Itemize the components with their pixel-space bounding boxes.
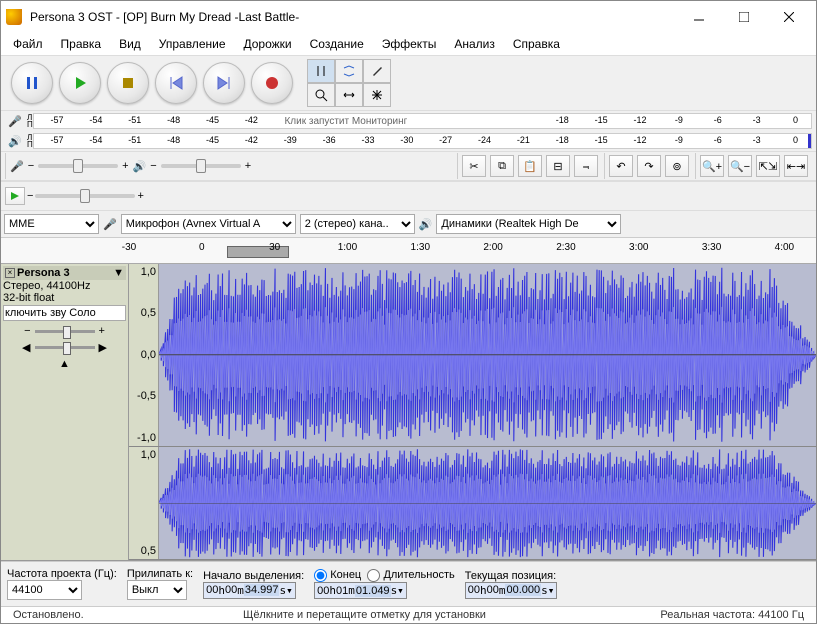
redo-button[interactable]: ↷ xyxy=(637,155,661,177)
timeshift-tool[interactable] xyxy=(335,83,363,107)
selection-tool[interactable] xyxy=(307,59,335,83)
speaker-icon: 🔊 xyxy=(5,135,25,148)
close-button[interactable] xyxy=(766,3,811,31)
menu-help[interactable]: Справка xyxy=(505,35,568,53)
menu-edit[interactable]: Правка xyxy=(53,35,110,53)
silence-button[interactable]: ⫬ xyxy=(574,155,598,177)
track-gain-slider[interactable] xyxy=(35,330,95,333)
undo-button[interactable]: ↶ xyxy=(609,155,633,177)
mute-solo-buttons[interactable]: ключить зву Соло xyxy=(3,305,126,321)
snap-to-select[interactable]: Выкл xyxy=(127,580,187,600)
stop-button[interactable] xyxy=(107,62,149,104)
length-radio[interactable]: Длительность xyxy=(367,569,454,581)
playback-speed-slider[interactable] xyxy=(35,194,135,198)
play-button[interactable] xyxy=(59,62,101,104)
mic-icon: 🎤 xyxy=(5,115,25,128)
playback-device-select[interactable]: Динамики (Realtek High Dе xyxy=(436,214,621,234)
pan-right-icon: ▶ xyxy=(99,341,107,354)
recording-meter[interactable]: -57 -54 -51 -48 -45 -42 Клик запустит Мо… xyxy=(33,113,812,129)
recording-channels-select[interactable]: 2 (стерео) кана.. xyxy=(300,214,415,234)
speaker-icon: 🔊 xyxy=(419,218,433,231)
mic-icon: 🎤 xyxy=(103,218,117,231)
app-icon xyxy=(6,9,22,25)
track-collapse-button[interactable]: ▲ xyxy=(3,358,126,370)
multi-tool[interactable] xyxy=(363,83,391,107)
zoom-tool[interactable] xyxy=(307,83,335,107)
titlebar: Persona 3 OST - [OP] Burn My Dread -Last… xyxy=(1,1,816,33)
track-area: × Persona 3 ▼ Стерео, 44100Hz 32-bit flo… xyxy=(1,264,816,561)
menu-effects[interactable]: Эффекты xyxy=(374,35,445,53)
status-state: Остановлено. xyxy=(9,609,239,621)
pause-button[interactable] xyxy=(11,62,53,104)
playback-volume-slider[interactable] xyxy=(161,164,241,168)
play-speed-row: − + xyxy=(1,181,816,211)
menu-analyze[interactable]: Анализ xyxy=(446,35,503,53)
selection-start-label: Начало выделения: xyxy=(203,570,304,582)
audio-position-time[interactable]: 00 h 00 m 00.000 s▾ xyxy=(465,582,558,599)
snap-to-label: Прилипать к: xyxy=(127,568,193,580)
window-title: Persona 3 OST - [OP] Burn My Dread -Last… xyxy=(30,10,676,24)
envelope-tool[interactable] xyxy=(335,59,363,83)
paste-button[interactable]: 📋 xyxy=(518,155,542,177)
menu-file[interactable]: Файл xyxy=(5,35,51,53)
fit-project-button[interactable]: ⇤⇥ xyxy=(784,155,808,177)
menu-view[interactable]: Вид xyxy=(111,35,149,53)
menu-transport[interactable]: Управление xyxy=(151,35,234,53)
skip-end-button[interactable] xyxy=(203,62,245,104)
pan-left-icon: ◀ xyxy=(22,341,30,354)
status-bar: Остановлено. Щёлкните и перетащите отмет… xyxy=(1,606,816,623)
transport-toolbar xyxy=(5,56,299,110)
selection-end-time[interactable]: 00 h 01 m 01.049 s▾ xyxy=(314,582,407,599)
minimize-button[interactable] xyxy=(676,3,721,31)
selection-start-time[interactable]: 00 h 00 m 34.997 s▾ xyxy=(203,582,296,599)
maximize-button[interactable] xyxy=(721,3,766,31)
meter-hint: Клик запустит Мониторинг xyxy=(282,116,409,127)
waveform-right-channel[interactable] xyxy=(159,447,816,560)
device-toolbar: MME 🎤 Микрофон (Avnex Virtual A 2 (стере… xyxy=(1,211,816,238)
track-control-panel[interactable]: × Persona 3 ▼ Стерео, 44100Hz 32-bit flo… xyxy=(1,264,129,560)
menubar: Файл Правка Вид Управление Дорожки Созда… xyxy=(1,33,816,55)
speaker-icon: 🔊 xyxy=(133,160,147,173)
timeline[interactable]: -300301:001:302:002:303:003:304:00 xyxy=(1,238,816,264)
meter-peak-indicator xyxy=(808,134,811,148)
audio-position-label: Текущая позиция: xyxy=(465,570,558,582)
recording-device-select[interactable]: Микрофон (Avnex Virtual A xyxy=(121,214,296,234)
sync-lock-button[interactable]: ⊚ xyxy=(665,155,689,177)
selection-toolbar: Частота проекта (Гц): 44100 Прилипать к:… xyxy=(1,561,816,606)
copy-button[interactable]: ⧉ xyxy=(490,155,514,177)
track-format-info: Стерео, 44100Hz xyxy=(3,280,126,292)
vertical-scale[interactable]: 1,00,50,0-0,5-1,0 xyxy=(129,264,159,446)
fit-selection-button[interactable]: ⇱⇲ xyxy=(756,155,780,177)
end-radio[interactable]: Конец xyxy=(314,569,361,581)
playback-meter[interactable]: -57-54-51-48-45-42-39-36-33-30-27-24-21-… xyxy=(33,133,812,149)
tool-selector xyxy=(307,59,397,107)
vertical-scale-2[interactable]: 1,00,5 xyxy=(129,447,159,560)
play-at-speed-button[interactable] xyxy=(5,187,25,205)
menu-generate[interactable]: Создание xyxy=(302,35,372,53)
mixer-edit-row: 🎤− + 🔊− + ✂ ⧉ 📋 ⊟ ⫬ ↶ ↷ ⊚ 🔍+ 🔍− ⇱⇲ ⇤⇥ xyxy=(1,151,816,181)
status-actual-rate: Реальная частота: 44100 Гц xyxy=(656,609,808,621)
recording-volume-slider[interactable] xyxy=(38,164,118,168)
cut-button[interactable]: ✂ xyxy=(462,155,486,177)
record-button[interactable] xyxy=(251,62,293,104)
skip-start-button[interactable] xyxy=(155,62,197,104)
track-close-button[interactable]: × xyxy=(5,268,15,278)
menu-tracks[interactable]: Дорожки xyxy=(236,35,300,53)
trim-button[interactable]: ⊟ xyxy=(546,155,570,177)
track-menu-dropdown[interactable]: ▼ xyxy=(113,267,124,279)
mic-icon: 🎤 xyxy=(10,160,24,173)
status-hint: Щёлкните и перетащите отметку для устано… xyxy=(239,609,656,621)
draw-tool[interactable] xyxy=(363,59,391,83)
zoom-out-button[interactable]: 🔍− xyxy=(728,155,752,177)
project-rate-label: Частота проекта (Гц): xyxy=(7,568,117,580)
project-rate-select[interactable]: 44100 xyxy=(7,580,82,600)
recording-meter-row: 🎤 Л П -57 -54 -51 -48 -45 -42 Клик запус… xyxy=(1,111,816,131)
track-name[interactable]: Persona 3 xyxy=(17,267,111,279)
track-pan-slider[interactable] xyxy=(35,346,95,349)
track-bit-depth: 32-bit float xyxy=(3,292,126,304)
waveform-left-channel[interactable] xyxy=(159,264,816,446)
playback-meter-row: 🔊 Л П -57-54-51-48-45-42-39-36-33-30-27-… xyxy=(1,131,816,151)
audio-host-select[interactable]: MME xyxy=(4,214,99,234)
zoom-in-button[interactable]: 🔍+ xyxy=(700,155,724,177)
